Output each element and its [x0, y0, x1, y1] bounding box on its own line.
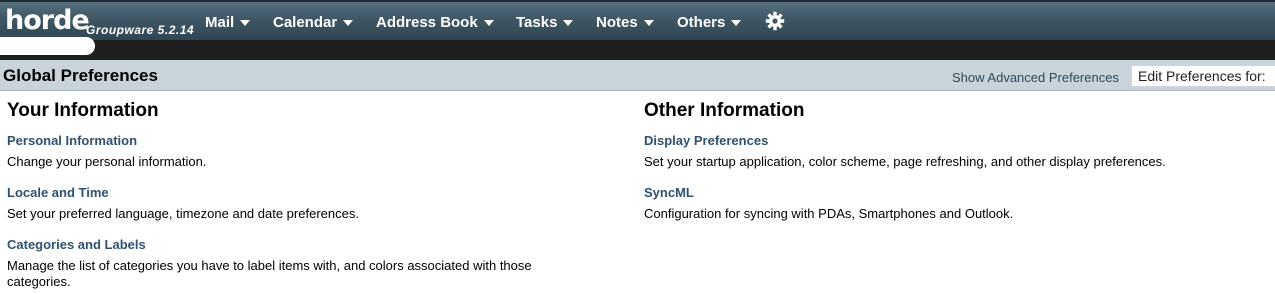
display-preferences-link[interactable]: Display Preferences — [644, 133, 768, 149]
pref-description: Configuration for syncing with PDAs, Sma… — [644, 206, 1014, 221]
sub-toolbar — [0, 40, 1275, 60]
chevron-down-icon — [240, 20, 251, 26]
preferences-header: Global Preferences Show Advanced Prefere… — [0, 60, 1275, 91]
list-item: Display Preferences Set your startup app… — [644, 132, 1244, 170]
nav-tasks[interactable]: Tasks — [516, 12, 574, 32]
nav-calendar[interactable]: Calendar — [273, 12, 354, 32]
categories-and-labels-link[interactable]: Categories and Labels — [7, 237, 146, 253]
nav-others-label: Others — [677, 13, 726, 31]
nav-mail-label: Mail — [205, 13, 235, 31]
pref-description: Change your personal information. — [7, 154, 207, 169]
list-item: Personal Information Change your persona… — [7, 132, 607, 170]
nav-address-book[interactable]: Address Book — [376, 12, 494, 32]
nav-notes[interactable]: Notes — [596, 12, 654, 32]
nav-others[interactable]: Others — [677, 12, 742, 32]
page-title: Global Preferences — [3, 66, 158, 85]
nav-tasks-label: Tasks — [516, 13, 558, 31]
section-heading: Other Information — [644, 100, 805, 121]
list-item: Locale and Time Set your preferred langu… — [7, 184, 607, 222]
section-heading: Your Information — [7, 100, 159, 121]
chevron-down-icon — [731, 20, 742, 26]
list-item: Categories and Labels Manage the list of… — [7, 236, 607, 290]
your-information-section: Your Information Personal Information Ch… — [7, 100, 607, 290]
product-version: Groupware 5.2.14 — [86, 23, 195, 37]
personal-information-link[interactable]: Personal Information — [7, 133, 137, 149]
chevron-down-icon — [343, 20, 354, 26]
top-navigation-bar: horde Groupware 5.2.14 Mail Calendar Add… — [0, 0, 1275, 40]
nav-address-book-label: Address Book — [376, 13, 478, 31]
pref-description: Set your preferred language, timezone an… — [7, 206, 359, 221]
pref-description: Manage the list of categories you have t… — [7, 258, 532, 289]
other-information-section: Other Information Display Preferences Se… — [644, 100, 1244, 222]
user-menu-pill[interactable] — [0, 37, 95, 55]
show-advanced-preferences-link[interactable]: Show Advanced Preferences — [952, 70, 1119, 85]
nav-mail[interactable]: Mail — [205, 12, 251, 32]
locale-and-time-link[interactable]: Locale and Time — [7, 185, 109, 201]
chevron-down-icon — [563, 20, 574, 26]
gear-icon[interactable] — [765, 11, 785, 33]
nav-notes-label: Notes — [596, 13, 638, 31]
chevron-down-icon — [643, 20, 654, 26]
syncml-link[interactable]: SyncML — [644, 185, 694, 201]
chevron-down-icon — [483, 20, 494, 26]
nav-calendar-label: Calendar — [273, 13, 338, 31]
edit-preferences-for-select[interactable]: Edit Preferences for: — [1131, 65, 1275, 87]
list-item: SyncML Configuration for syncing with PD… — [644, 184, 1244, 222]
pref-description: Set your startup application, color sche… — [644, 154, 1166, 169]
horde-logo[interactable]: horde — [5, 4, 90, 38]
